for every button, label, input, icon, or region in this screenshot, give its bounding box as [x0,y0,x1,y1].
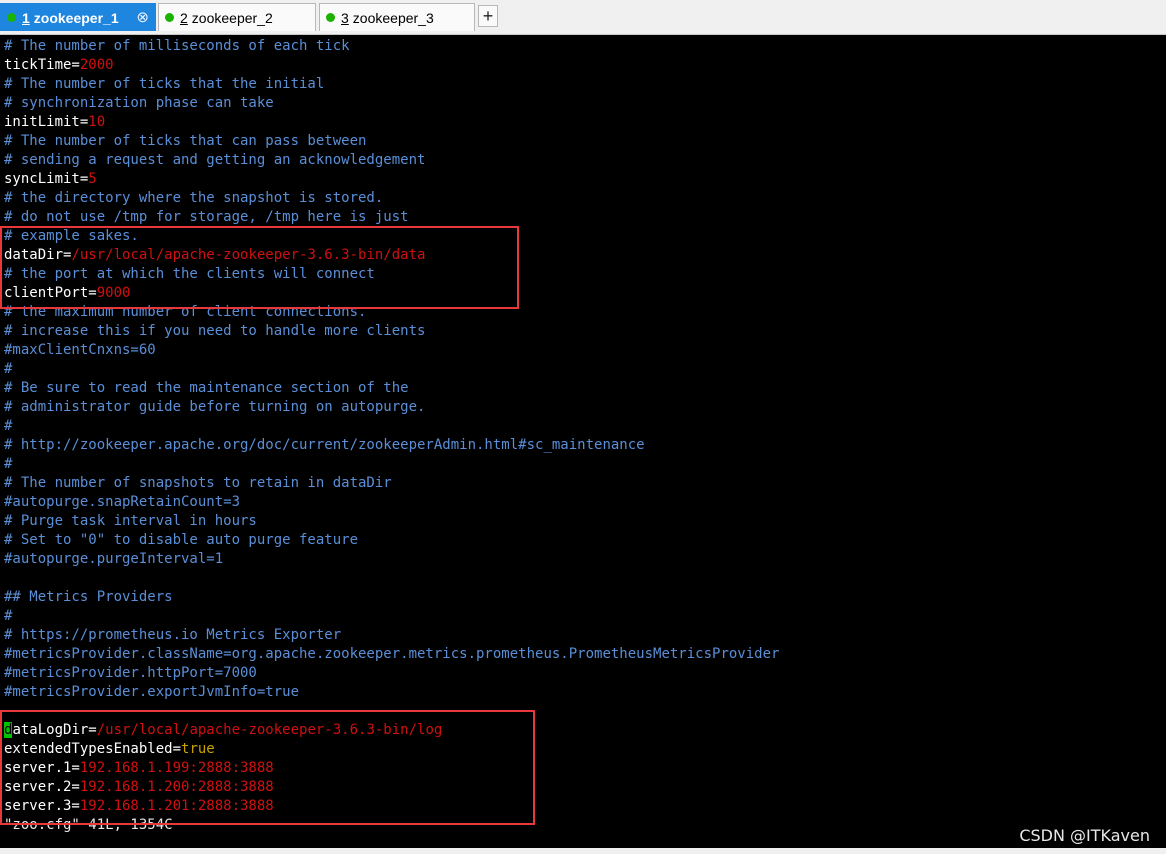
config-line: # [4,417,1164,436]
highlight-box [0,226,519,309]
comment-text: # [4,418,13,434]
comment-text: # synchronization phase can take [4,95,274,111]
connected-dot-icon [326,13,335,22]
config-line: # https://prometheus.io Metrics Exporter [4,626,1164,645]
config-line: # The number of milliseconds of each tic… [4,37,1164,56]
config-line: # administrator guide before turning on … [4,398,1164,417]
comment-text: #maxClientCnxns=60 [4,342,156,358]
comment-text: # The number of milliseconds of each tic… [4,38,350,54]
config-value: 10 [88,114,106,130]
config-line: syncLimit=5 [4,170,1164,189]
config-key: tickTime= [4,57,80,73]
connected-dot-icon [165,13,174,22]
config-line: #metricsProvider.className=org.apache.zo… [4,645,1164,664]
config-line: # The number of ticks that can pass betw… [4,132,1164,151]
comment-text: # sending a request and getting an ackno… [4,152,426,168]
comment-text: # https://prometheus.io Metrics Exporter [4,627,342,643]
config-key: initLimit= [4,114,89,130]
config-line: # The number of snapshots to retain in d… [4,474,1164,493]
comment-text: # [4,608,13,624]
comment-text: #metricsProvider.exportJvmInfo=true [4,684,300,700]
close-tab-icon[interactable]: ⊗ [136,8,149,26]
tab-zookeeper-3[interactable]: 3 zookeeper_3 [319,3,475,31]
config-line: # [4,455,1164,474]
comment-text: # Set to "0" to disable auto purge featu… [4,532,359,548]
config-line: #autopurge.purgeInterval=1 [4,550,1164,569]
comment-text: # http://zookeeper.apache.org/doc/curren… [4,437,645,453]
config-line: # The number of ticks that the initial [4,75,1164,94]
config-value: 2000 [79,57,114,73]
comment-text: #metricsProvider.httpPort=7000 [4,665,257,681]
config-line: # [4,607,1164,626]
tab-label: zookeeper_1 [33,9,119,26]
config-line: # the directory where the snapshot is st… [4,189,1164,208]
comment-text: # Be sure to read the maintenance sectio… [4,380,409,396]
window-bottom-edge [0,848,1166,854]
comment-text: # The number of ticks that the initial [4,76,325,92]
tab-bar: 1 zookeeper_1 ⊗ 2 zookeeper_2 3 zookeepe… [0,0,1166,35]
comment-text: # [4,361,13,377]
tab-zookeeper-2[interactable]: 2 zookeeper_2 [158,3,316,31]
config-line: #maxClientCnxns=60 [4,341,1164,360]
config-line: ## Metrics Providers [4,588,1164,607]
tab-label: zookeeper_3 [352,9,434,26]
new-tab-button[interactable]: + [478,5,498,27]
config-line: tickTime=2000 [4,56,1164,75]
config-line: # increase this if you need to handle mo… [4,322,1164,341]
config-line [4,569,1164,588]
comment-text: ## Metrics Providers [4,589,173,605]
tab-label: zookeeper_2 [191,9,273,26]
config-line: # [4,360,1164,379]
config-line: #metricsProvider.exportJvmInfo=true [4,683,1164,702]
tab-number: 3 [341,9,349,26]
config-line: # sending a request and getting an ackno… [4,151,1164,170]
watermark: CSDN @ITKaven [1019,826,1150,845]
comment-text: # The number of ticks that can pass betw… [4,133,367,149]
config-key: syncLimit= [4,171,89,187]
config-value: 5 [88,171,97,187]
comment-text: # do not use /tmp for storage, /tmp here… [4,209,409,225]
tab-zookeeper-1[interactable]: 1 zookeeper_1 ⊗ [0,3,156,31]
config-line: # http://zookeeper.apache.org/doc/curren… [4,436,1164,455]
highlight-box [0,710,535,825]
comment-text: #metricsProvider.className=org.apache.zo… [4,646,780,662]
config-line: # synchronization phase can take [4,94,1164,113]
comment-text: # The number of snapshots to retain in d… [4,475,392,491]
connected-dot-icon [7,13,16,22]
config-line: # Set to "0" to disable auto purge featu… [4,531,1164,550]
config-line: initLimit=10 [4,113,1164,132]
tab-number: 1 [22,9,30,26]
config-line: #metricsProvider.httpPort=7000 [4,664,1164,683]
comment-text: # administrator guide before turning on … [4,399,426,415]
comment-text: # Purge task interval in hours [4,513,257,529]
comment-text: # increase this if you need to handle mo… [4,323,426,339]
tab-number: 2 [180,9,188,26]
config-line: # Purge task interval in hours [4,512,1164,531]
comment-text: # the directory where the snapshot is st… [4,190,384,206]
config-line: # Be sure to read the maintenance sectio… [4,379,1164,398]
config-line: #autopurge.snapRetainCount=3 [4,493,1164,512]
comment-text: # [4,456,13,472]
config-line: # do not use /tmp for storage, /tmp here… [4,208,1164,227]
comment-text: #autopurge.purgeInterval=1 [4,551,224,567]
comment-text: #autopurge.snapRetainCount=3 [4,494,241,510]
